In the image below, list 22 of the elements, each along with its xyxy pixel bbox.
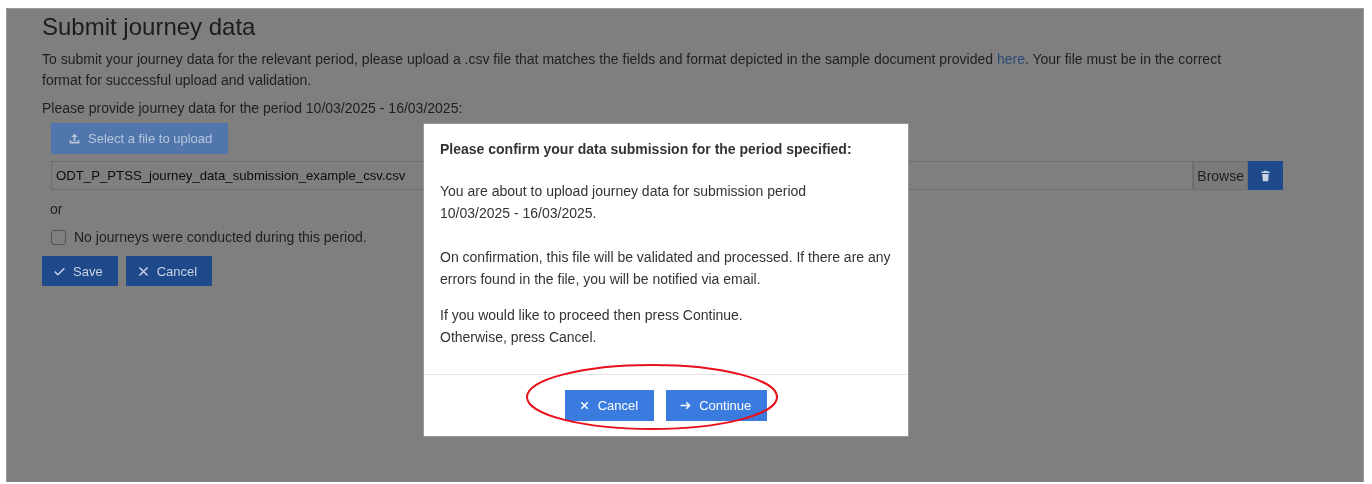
delete-button[interactable] bbox=[1248, 161, 1283, 190]
dialog-text: If you would like to proceed then press Continue. bbox=[440, 306, 744, 325]
cancel-button[interactable]: Cancel bbox=[564, 390, 655, 421]
close-icon bbox=[136, 264, 150, 278]
cancel-button[interactable]: Cancel bbox=[125, 256, 213, 286]
or-label: or bbox=[50, 200, 63, 219]
checkbox-label: No journeys were conducted during this period. bbox=[74, 228, 367, 247]
trash-icon bbox=[1259, 169, 1272, 182]
arrow-right-icon bbox=[679, 399, 693, 412]
upload-icon bbox=[68, 132, 81, 145]
browse-button[interactable]: Browse bbox=[1193, 161, 1248, 190]
period-prompt: Please provide journey data for the period 10/03/2025 - 16/03/2025: bbox=[42, 99, 464, 118]
dialog-text: 10/03/2025 - 16/03/2025. bbox=[440, 204, 598, 223]
continue-button[interactable]: Continue bbox=[666, 390, 768, 421]
dialog-title: Please confirm your data submission for the period specified: bbox=[440, 140, 853, 159]
checkbox[interactable] bbox=[51, 229, 66, 245]
dialog-text: On confirmation, this file will be validated and processed. If there are any errors found in the file, you will be notified via email. bbox=[440, 248, 892, 289]
dialog-text: Otherwise, press Cancel. bbox=[440, 328, 598, 347]
save-button[interactable]: Save bbox=[42, 256, 118, 286]
page-title: Submit journey data bbox=[42, 12, 257, 42]
sample-link[interactable]: here bbox=[996, 51, 1025, 67]
intro-text: To submit your journey data for the relevant period, please upload a .csv file that matches the fields and format depicted in the sample document provided here. Your file must be in the correct format for successful upload and validation. bbox=[42, 50, 1223, 90]
